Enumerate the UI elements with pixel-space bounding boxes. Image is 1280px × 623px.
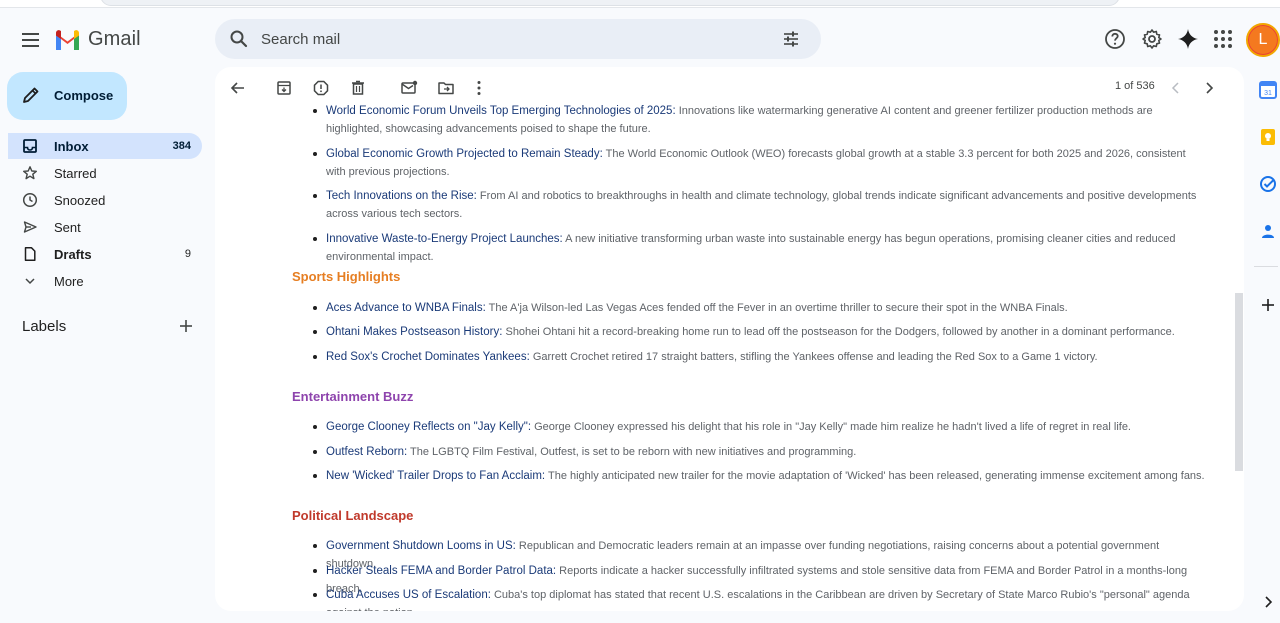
nav-label: Inbox [54,139,89,154]
trash-icon[interactable] [348,78,368,98]
item-title: Innovative Waste-to-Energy Project Launc… [326,233,563,245]
list-item: Ohtani Makes Postseason History: Shohei … [313,323,1206,341]
nav-label: Starred [54,166,97,181]
compose-button[interactable]: Compose [7,72,127,120]
nav-item-sent[interactable]: Sent [8,214,202,240]
item-title: Cuba Accuses US of Escalation: [326,589,491,601]
gmail-logo[interactable]: Gmail [54,28,141,51]
address-bar[interactable] [100,0,1120,6]
nav-item-inbox[interactable]: Inbox 384 [8,133,202,159]
list-item: Aces Advance to WNBA Finals: The A'ja Wi… [313,299,1206,317]
item-desc: Garrett Crochet retired 17 straight batt… [529,351,1098,363]
gear-icon[interactable] [1140,27,1164,51]
list-item: Innovative Waste-to-Energy Project Launc… [313,230,1226,266]
move-to-icon[interactable] [436,78,456,98]
list-item: Global Economic Growth Projected to Rema… [313,145,1206,181]
app-name: Gmail [88,28,141,50]
item-desc: Shohei Ohtani hit a record-breaking home… [502,326,1175,338]
nav-item-drafts[interactable]: Drafts 9 [8,241,202,267]
add-label-icon[interactable] [177,317,195,335]
search-bar[interactable] [215,19,821,59]
item-desc: The LGBTQ Film Festival, Outfest, is set… [407,446,857,458]
draft-icon [24,247,36,261]
list-item: Cuba Accuses US of Escalation: Cuba's to… [313,586,1206,611]
list-item: Outfest Reborn: The LGBTQ Film Festival,… [313,443,1206,461]
item-title: World Economic Forum Unveils Top Emergin… [326,105,676,117]
section-heading-politics: Political Landscape [292,508,414,523]
item-desc: The highly anticipated new trailer for t… [545,470,1205,482]
search-input[interactable] [261,19,761,59]
list-item: New 'Wicked' Trailer Drops to Fan Acclai… [313,467,1206,485]
item-title: Government Shutdown Looms in US: [326,540,516,552]
pagination-text: 1 of 536 [1115,80,1155,92]
scrollbar-thumb[interactable] [1235,293,1243,471]
compose-label: Compose [54,88,114,103]
list-item: Tech Innovations on the Rise: From AI an… [313,187,1206,223]
message-panel: 1 of 536 World Economic Forum Unveils To… [215,67,1244,611]
more-vert-icon[interactable] [469,78,489,98]
item-title: George Clooney Reflects on "Jay Kelly": [326,421,532,433]
send-icon [23,221,37,233]
star-icon [23,166,37,180]
inbox-icon [23,139,37,153]
help-icon[interactable] [1103,27,1127,51]
mark-unread-icon[interactable] [399,78,419,98]
section-heading-entertainment: Entertainment Buzz [292,389,414,404]
item-desc: George Clooney expressed his delight tha… [531,421,1131,433]
item-title: Hacker Steals FEMA and Border Patrol Dat… [326,565,557,577]
section-heading-sports: Sports Highlights [292,269,401,284]
svg-text:31: 31 [1264,90,1272,97]
item-title: Ohtani Makes Postseason History: [326,326,503,338]
nav-item-starred[interactable]: Starred [8,160,202,186]
nav-label: Drafts [54,247,92,262]
browser-address-strip [0,0,1280,8]
gemini-sparkle-icon[interactable] [1176,27,1200,51]
search-icon[interactable] [229,29,249,49]
item-title: Aces Advance to WNBA Finals: [326,302,486,314]
item-title: Tech Innovations on the Rise: [326,190,477,202]
clock-icon [22,192,38,208]
back-arrow-icon[interactable] [228,78,248,98]
chevron-right-icon[interactable] [1199,78,1219,98]
item-title: Red Sox's Crochet Dominates Yankees: [326,351,530,363]
nav-item-more[interactable]: More [8,268,202,294]
item-title: Outfest Reborn: [326,446,408,458]
pencil-icon [23,87,39,103]
chevron-left-icon[interactable] [1166,78,1186,98]
account-avatar[interactable]: L [1246,23,1280,57]
gmail-m-icon [56,30,79,50]
nav-item-snoozed[interactable]: Snoozed [8,187,202,213]
report-spam-icon[interactable] [311,78,331,98]
contacts-icon[interactable] [1259,222,1277,240]
main-menu-button[interactable] [18,27,44,53]
item-desc: The A'ja Wilson-led Las Vegas Aces fende… [485,302,1068,314]
item-title: New 'Wicked' Trailer Drops to Fan Acclai… [326,470,546,482]
item-title: Global Economic Growth Projected to Rema… [326,148,603,160]
expand-panel-icon[interactable] [1259,593,1277,611]
nav-label: More [54,274,84,289]
list-item: World Economic Forum Unveils Top Emergin… [313,102,1206,138]
keep-notes-icon[interactable] [1259,128,1277,146]
add-addon-icon[interactable] [1259,296,1277,314]
search-options-icon[interactable] [781,29,801,49]
rail-divider [1254,266,1278,267]
chevron-down-icon [25,278,35,285]
nav-label: Sent [54,220,81,235]
apps-grid-icon[interactable] [1211,27,1235,51]
tasks-icon[interactable] [1259,175,1277,193]
list-item: Red Sox's Crochet Dominates Yankees: Gar… [313,348,1206,366]
archive-icon[interactable] [274,78,294,98]
nav-label: Snoozed [54,193,106,208]
calendar-icon[interactable]: 31 [1259,81,1277,99]
nav-count: 9 [184,248,191,260]
list-item: George Clooney Reflects on "Jay Kelly": … [313,418,1206,436]
labels-heading: Labels [22,318,67,335]
nav-count: 384 [172,140,191,152]
